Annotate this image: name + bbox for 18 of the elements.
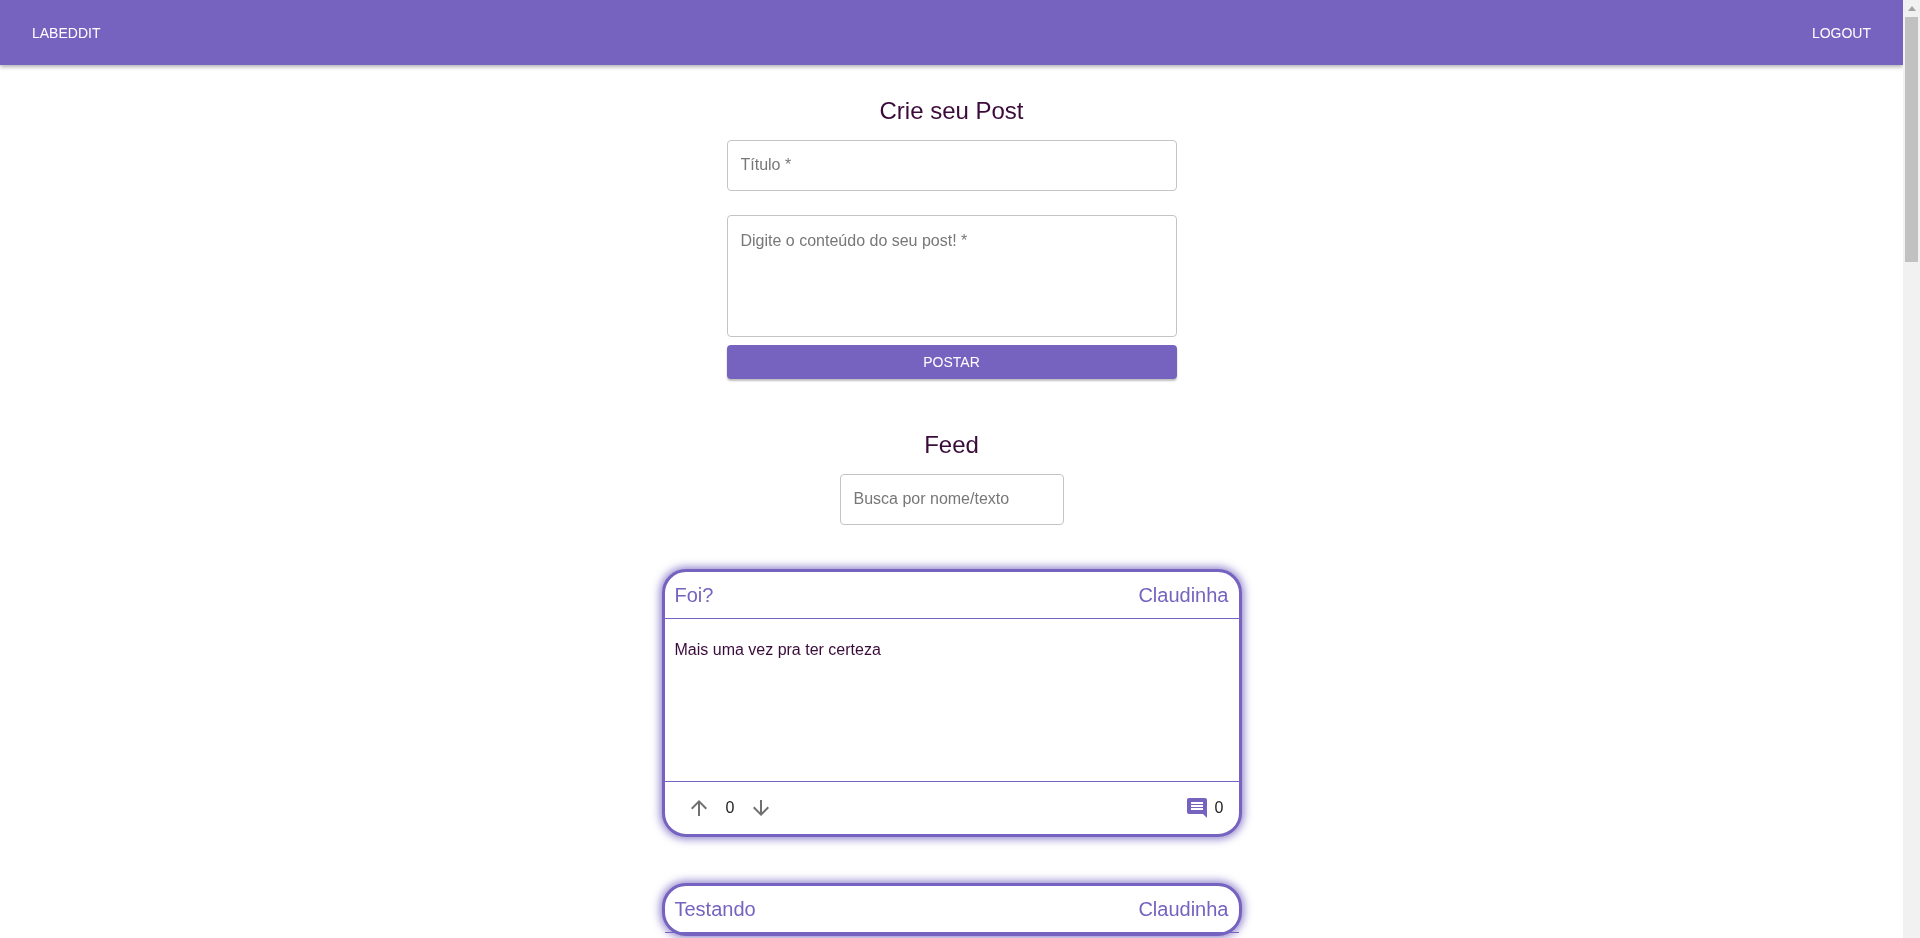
- title-field[interactable]: Título *: [726, 139, 1177, 192]
- search-field[interactable]: Busca por nome/texto: [839, 473, 1064, 525]
- post-button[interactable]: POSTAR: [726, 345, 1177, 379]
- logout-button[interactable]: LOGOUT: [1811, 18, 1871, 47]
- section-heading: Crie seu Post: [879, 97, 1024, 126]
- content-field[interactable]: Digite o conteúdo do seu post! *: [726, 215, 1177, 338]
- section-heading: Feed: [924, 430, 979, 460]
- post-text: Mais uma vez pra ter certeza: [674, 641, 882, 659]
- comment-count: 0: [1214, 799, 1224, 817]
- comment-icon[interactable]: [1184, 796, 1209, 820]
- post-title: Testando: [674, 897, 756, 921]
- vote-count: 0: [725, 799, 735, 817]
- app-title[interactable]: LABEDDIT: [32, 24, 101, 41]
- post-title: Foi?: [674, 583, 714, 607]
- scrollbar[interactable]: [1903, 0, 1920, 938]
- scrollbar-thumb[interactable]: [1905, 17, 1918, 262]
- post-author: Claudinha: [1138, 897, 1229, 921]
- post-author: Claudinha: [1138, 583, 1229, 607]
